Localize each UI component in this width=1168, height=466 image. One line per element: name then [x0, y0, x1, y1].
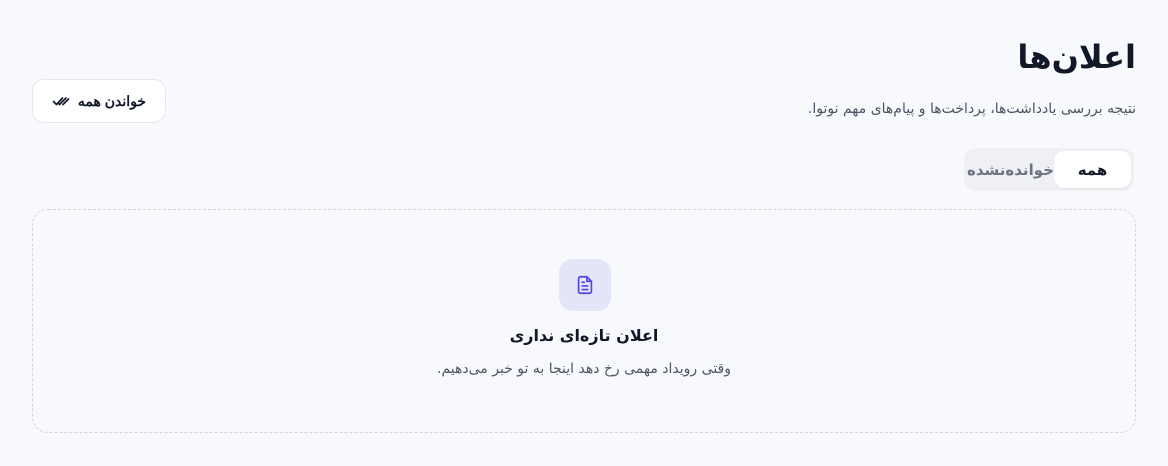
- empty-state-description: وقتی رویداد مهمی رخ دهد اینجا به تو خبر …: [437, 361, 731, 377]
- mark-all-read-label: خواندن همه: [77, 92, 147, 109]
- tab-unread[interactable]: خوانده‌نشده: [967, 151, 1054, 188]
- empty-state-panel: اعلان تازه‌ای نداری وقتی رویداد مهمی رخ …: [32, 209, 1136, 433]
- page-subtitle: نتیجه بررسی یادداشت‌ها، پرداخت‌ها و پیام…: [807, 101, 1136, 117]
- notification-tabs: همه خوانده‌نشده: [964, 148, 1134, 191]
- page-title: اعلان‌ها: [1017, 38, 1136, 76]
- notifications-page: اعلان‌ها نتیجه بررسی یادداشت‌ها، پرداخت‌…: [0, 0, 1168, 466]
- mark-all-read-button[interactable]: خواندن همه: [32, 79, 166, 123]
- empty-state-title: اعلان تازه‌ای نداری: [509, 326, 659, 345]
- document-icon: [559, 259, 611, 311]
- tab-all[interactable]: همه: [1053, 151, 1131, 188]
- double-check-icon: [52, 92, 70, 110]
